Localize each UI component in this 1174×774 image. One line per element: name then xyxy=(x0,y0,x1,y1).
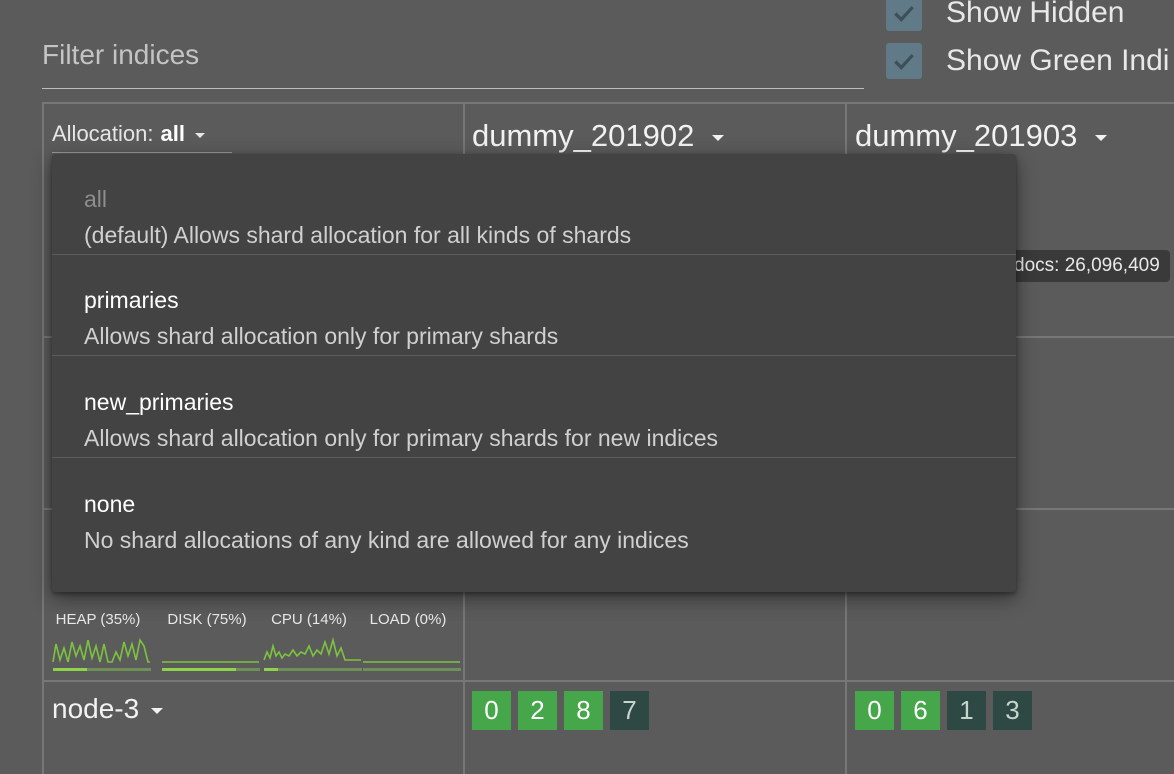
grid-divider xyxy=(42,680,1174,682)
menu-item-title: none xyxy=(84,491,136,517)
show-hidden-toggle[interactable]: Show Hidden xyxy=(886,0,1124,32)
checkbox-checked-icon[interactable] xyxy=(886,0,922,31)
chevron-down-icon xyxy=(1095,134,1108,141)
grid-divider xyxy=(42,102,1174,104)
index-header-dummy-201902[interactable]: dummy_201902 xyxy=(472,118,725,154)
show-green-indices-label: Show Green Indi xyxy=(946,44,1170,77)
cpu-metric: CPU (14%) xyxy=(263,610,362,674)
disk-sparkline xyxy=(162,661,260,671)
menu-item-description: No shard allocations of any kind are all… xyxy=(84,527,689,553)
heap-metric-label: HEAP (35%) xyxy=(55,611,141,628)
chevron-down-icon xyxy=(194,133,205,138)
menu-item-description: Allows shard allocation only for primary… xyxy=(84,425,719,451)
index-name: dummy_201903 xyxy=(855,118,1078,153)
shard-box[interactable]: 7 xyxy=(610,691,649,730)
menu-item-description: Allows shard allocation only for primary… xyxy=(84,323,559,349)
load-sparkline xyxy=(363,661,461,671)
disk-usage-bar xyxy=(162,668,236,671)
show-green-indices-toggle[interactable]: Show Green Indi xyxy=(886,42,1169,80)
allocation-menu: all (default) Allows shard allocation fo… xyxy=(52,154,1016,592)
shard-box[interactable]: 1 xyxy=(947,691,986,730)
cpu-usage-bar-track xyxy=(264,668,362,671)
index-name: dummy_201902 xyxy=(472,118,695,153)
disk-metric-label: DISK (75%) xyxy=(167,611,247,628)
shard-box[interactable]: 8 xyxy=(564,691,603,730)
menu-item-all[interactable]: all (default) Allows shard allocation fo… xyxy=(52,154,1016,255)
index-header-dummy-201903[interactable]: dummy_201903 xyxy=(855,118,1108,154)
chevron-down-icon xyxy=(712,134,725,141)
menu-item-title: all xyxy=(84,186,108,212)
menu-item-title: primaries xyxy=(84,287,179,313)
shard-box[interactable]: 0 xyxy=(855,691,894,730)
menu-item-new-primaries[interactable]: new_primaries Allows shard allocation on… xyxy=(52,357,1016,458)
grid-divider xyxy=(42,102,44,774)
shard-group-dummy-201902: 0 2 8 7 xyxy=(472,691,656,730)
shard-box[interactable]: 6 xyxy=(901,691,940,730)
menu-item-description: (default) Allows shard allocation for al… xyxy=(84,222,632,248)
shard-box[interactable]: 2 xyxy=(518,691,557,730)
node-name-dropdown[interactable]: node-3 xyxy=(52,693,164,725)
menu-item-none[interactable]: none No shard allocations of any kind ar… xyxy=(52,459,1016,592)
docs-count-tooltip: docs: 26,096,409 xyxy=(1000,250,1170,282)
filter-field xyxy=(42,20,864,89)
allocation-selector[interactable]: Allocation: all xyxy=(52,116,232,153)
allocation-label: Allocation: xyxy=(52,121,154,146)
checkbox-checked-icon[interactable] xyxy=(886,43,922,79)
cpu-metric-label: CPU (14%) xyxy=(271,611,347,628)
shard-group-dummy-201903: 0 6 1 3 xyxy=(855,691,1039,730)
cpu-usage-bar xyxy=(264,668,278,671)
show-hidden-label: Show Hidden xyxy=(946,0,1125,29)
node-name-label: node-3 xyxy=(52,693,140,724)
allocation-value: all xyxy=(160,121,185,146)
load-usage-bar-track xyxy=(363,668,461,671)
disk-metric: DISK (75%) xyxy=(161,610,260,674)
heap-metric: HEAP (35%) xyxy=(52,610,151,674)
cpu-sparkline xyxy=(263,636,362,671)
menu-item-title: new_primaries xyxy=(84,389,234,415)
shard-box[interactable]: 3 xyxy=(993,691,1032,730)
menu-item-primaries[interactable]: primaries Allows shard allocation only f… xyxy=(52,255,1016,356)
shard-box[interactable]: 0 xyxy=(472,691,511,730)
heap-usage-bar xyxy=(53,668,87,671)
cluster-overview: Show Hidden Show Green Indi Allocation: … xyxy=(0,0,1174,774)
load-metric-label: LOAD (0%) xyxy=(369,611,447,628)
heap-sparkline xyxy=(52,637,151,671)
chevron-down-icon xyxy=(151,707,164,714)
filter-indices-input[interactable] xyxy=(42,38,842,72)
load-metric: LOAD (0%) xyxy=(362,610,461,674)
